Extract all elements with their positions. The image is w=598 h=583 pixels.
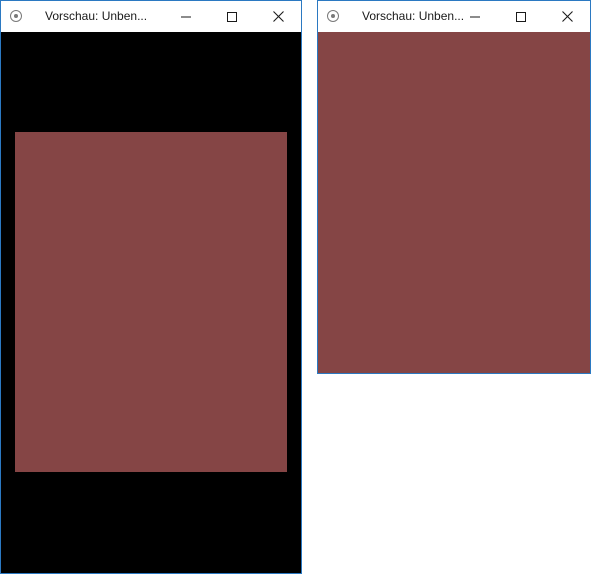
minimize-button[interactable] — [452, 1, 498, 32]
maximize-button[interactable] — [209, 1, 255, 32]
minimize-button[interactable] — [163, 1, 209, 32]
preview-window-2[interactable]: Vorschau: Unben... — [317, 0, 591, 374]
preview-content-rect — [318, 32, 590, 373]
close-icon — [561, 11, 573, 22]
maximize-icon — [516, 11, 526, 22]
window-titlebar[interactable]: Vorschau: Unben... — [1, 1, 301, 32]
minimize-icon — [470, 16, 480, 17]
preview-window-1[interactable]: Vorschau: Unben... — [0, 0, 302, 574]
preview-app-icon[interactable] — [327, 10, 339, 22]
minimize-icon — [181, 16, 191, 17]
preview-client-area — [318, 32, 590, 373]
preview-content-rect — [15, 132, 287, 472]
maximize-button[interactable] — [498, 1, 544, 32]
preview-client-area — [1, 32, 301, 573]
window-title: Vorschau: Unben... — [45, 9, 148, 23]
window-titlebar[interactable]: Vorschau: Unben... — [318, 1, 590, 32]
window-title: Vorschau: Unben... — [362, 9, 465, 23]
close-button[interactable] — [255, 1, 301, 32]
close-icon — [272, 11, 284, 22]
preview-app-icon[interactable] — [10, 10, 22, 22]
maximize-icon — [227, 11, 237, 22]
close-button[interactable] — [544, 1, 590, 32]
